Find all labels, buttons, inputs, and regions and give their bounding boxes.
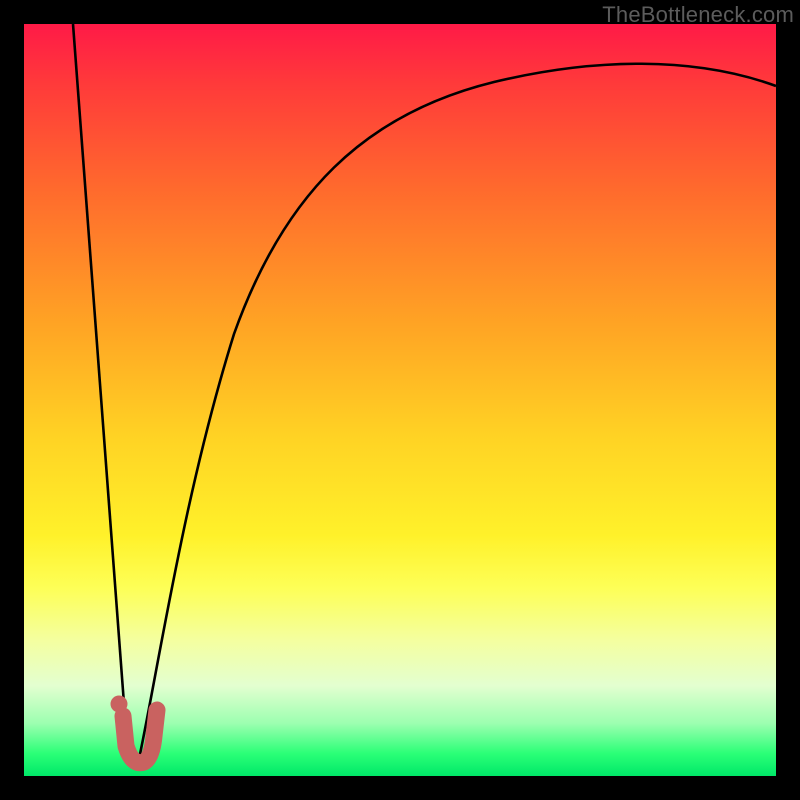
curve-left-branch xyxy=(73,24,127,744)
watermark-text: TheBottleneck.com xyxy=(602,2,794,28)
marker-j-shape xyxy=(123,710,157,763)
curve-right-branch xyxy=(139,64,776,759)
outer-frame: TheBottleneck.com xyxy=(0,0,800,800)
chart-plot-area xyxy=(24,24,776,776)
chart-svg xyxy=(24,24,776,776)
marker-j-dot xyxy=(111,696,128,713)
